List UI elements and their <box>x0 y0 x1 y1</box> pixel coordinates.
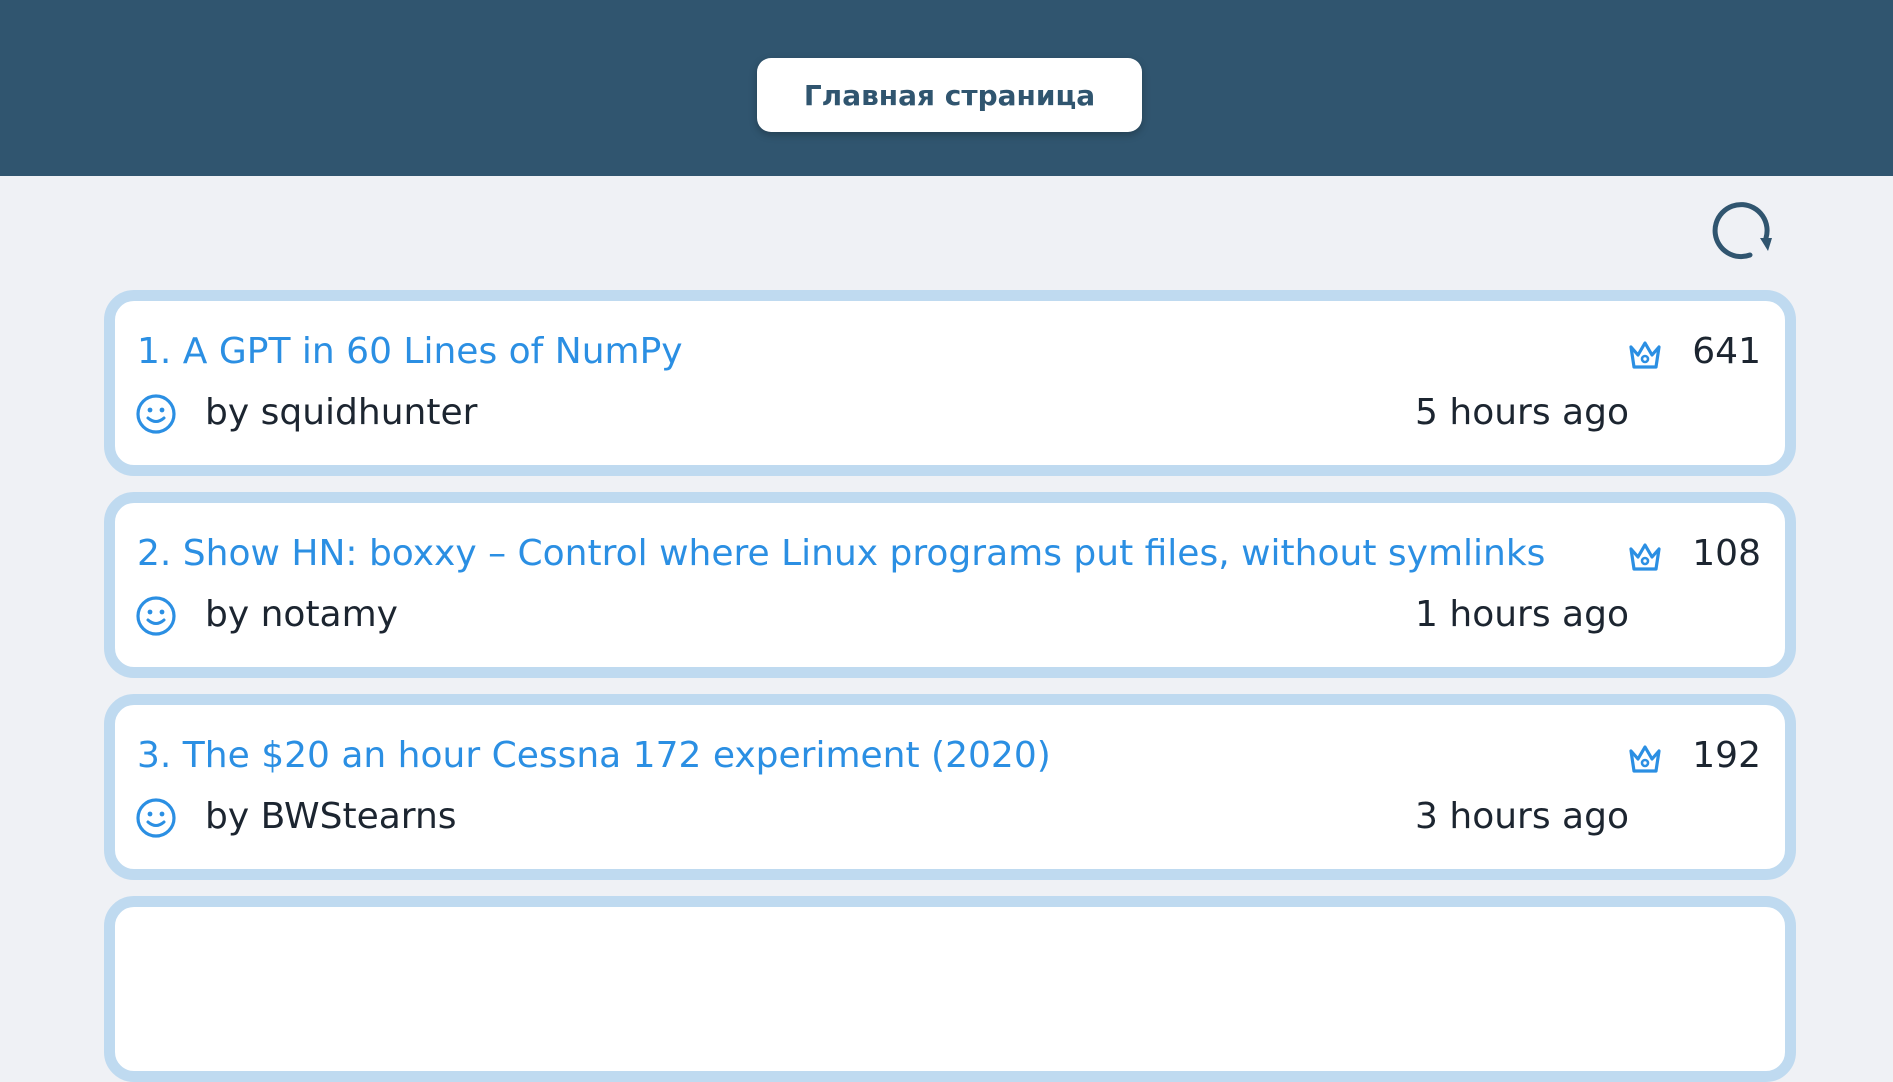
refresh-button[interactable] <box>1710 198 1774 262</box>
story-time: 5 hours ago <box>1415 392 1629 433</box>
story-title-link[interactable]: 3. The $20 an hour Cessna 172 experiment… <box>137 735 1051 776</box>
smiley-icon <box>136 798 176 838</box>
story-title-link[interactable]: 1. A GPT in 60 Lines of NumPy <box>137 331 683 372</box>
story-card: 1. A GPT in 60 Lines of NumPy 641 by squ… <box>104 290 1796 476</box>
story-card: 2. Show HN: boxxy – Control where Linux … <box>104 492 1796 678</box>
crown-icon <box>1629 543 1661 571</box>
header-bar: Главная страница <box>0 0 1893 176</box>
crown-icon <box>1629 341 1661 369</box>
smiley-icon <box>136 596 176 636</box>
story-score: 108 <box>1692 533 1761 574</box>
story-card: 3. The $20 an hour Cessna 172 experiment… <box>104 694 1796 880</box>
story-author: by BWStearns <box>205 796 457 837</box>
story-time: 1 hours ago <box>1415 594 1629 635</box>
smiley-icon <box>136 394 176 434</box>
story-score: 192 <box>1692 735 1761 776</box>
home-button[interactable]: Главная страница <box>757 58 1142 132</box>
crown-icon <box>1629 745 1661 773</box>
story-card-partial <box>104 896 1796 1082</box>
story-score: 641 <box>1692 331 1761 372</box>
refresh-icon <box>1712 202 1772 260</box>
story-time: 3 hours ago <box>1415 796 1629 837</box>
story-author: by squidhunter <box>205 392 478 433</box>
story-author: by notamy <box>205 594 398 635</box>
story-title-link[interactable]: 2. Show HN: boxxy – Control where Linux … <box>137 533 1545 574</box>
